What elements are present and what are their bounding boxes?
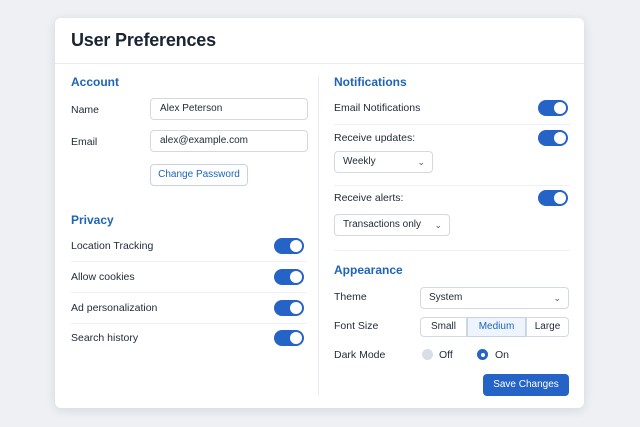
toggle-knob — [554, 192, 566, 204]
dark-mode-label: Dark Mode — [334, 349, 386, 361]
email-input[interactable]: alex@example.com — [150, 130, 308, 152]
updates-frequency-select[interactable]: Weekly ⌄ — [334, 151, 433, 173]
font-size-large[interactable]: Large — [526, 317, 569, 337]
toggle-knob — [554, 132, 566, 144]
search-history-label: Search history — [71, 332, 139, 344]
email-notifications-toggle[interactable] — [538, 100, 568, 116]
notifications-heading: Notifications — [334, 75, 407, 89]
chevron-down-icon: ⌄ — [417, 157, 425, 167]
updates-frequency-value: Weekly — [343, 156, 376, 167]
toggle-knob — [554, 102, 566, 114]
toggle-knob — [290, 332, 302, 344]
toggle-knob — [290, 240, 302, 252]
location-tracking-label: Location Tracking — [71, 240, 154, 252]
theme-select[interactable]: System ⌄ — [420, 287, 569, 309]
chevron-down-icon: ⌄ — [434, 220, 442, 230]
toggle-knob — [290, 271, 302, 283]
row-divider — [71, 292, 307, 293]
font-size-medium[interactable]: Medium — [467, 317, 526, 337]
font-size-label: Font Size — [334, 320, 379, 332]
change-password-button[interactable]: Change Password — [150, 164, 248, 186]
location-tracking-toggle[interactable] — [274, 238, 304, 254]
toggle-knob — [290, 302, 302, 314]
account-heading: Account — [71, 75, 119, 89]
row-divider — [334, 185, 570, 186]
ad-personalization-label: Ad personalization — [71, 302, 158, 314]
chevron-down-icon: ⌄ — [553, 293, 561, 303]
appearance-heading: Appearance — [334, 263, 403, 277]
name-label: Name — [71, 104, 100, 116]
save-changes-button[interactable]: Save Changes — [483, 374, 569, 396]
ad-personalization-toggle[interactable] — [274, 300, 304, 316]
allow-cookies-toggle[interactable] — [274, 269, 304, 285]
allow-cookies-label: Allow cookies — [71, 271, 135, 283]
privacy-heading: Privacy — [71, 213, 114, 227]
page-title: User Preferences — [71, 30, 216, 50]
search-history-toggle[interactable] — [274, 330, 304, 346]
dark-mode-on-radio[interactable] — [477, 349, 488, 360]
font-size-small[interactable]: Small — [420, 317, 467, 337]
receive-alerts-label: Receive alerts: — [334, 192, 404, 204]
alerts-type-value: Transactions only — [343, 219, 421, 230]
receive-updates-toggle[interactable] — [538, 130, 568, 146]
row-divider — [71, 323, 307, 324]
receive-alerts-toggle[interactable] — [538, 190, 568, 206]
preferences-card: User Preferences Account Name Alex Peter… — [55, 18, 584, 408]
alerts-type-select[interactable]: Transactions only ⌄ — [334, 214, 450, 236]
receive-updates-label: Receive updates: — [334, 132, 416, 144]
dark-mode-off-label: Off — [439, 349, 453, 361]
dark-mode-off-radio[interactable] — [422, 349, 433, 360]
header-divider — [55, 63, 584, 64]
theme-value: System — [429, 292, 463, 303]
name-input[interactable]: Alex Peterson — [150, 98, 308, 120]
theme-label: Theme — [334, 291, 367, 303]
dark-mode-on-label: On — [495, 349, 510, 361]
row-divider — [334, 124, 570, 125]
section-divider — [334, 250, 570, 251]
email-label: Email — [71, 136, 98, 148]
column-divider — [318, 76, 319, 396]
email-notifications-label: Email Notifications — [334, 102, 421, 114]
row-divider — [71, 261, 307, 262]
